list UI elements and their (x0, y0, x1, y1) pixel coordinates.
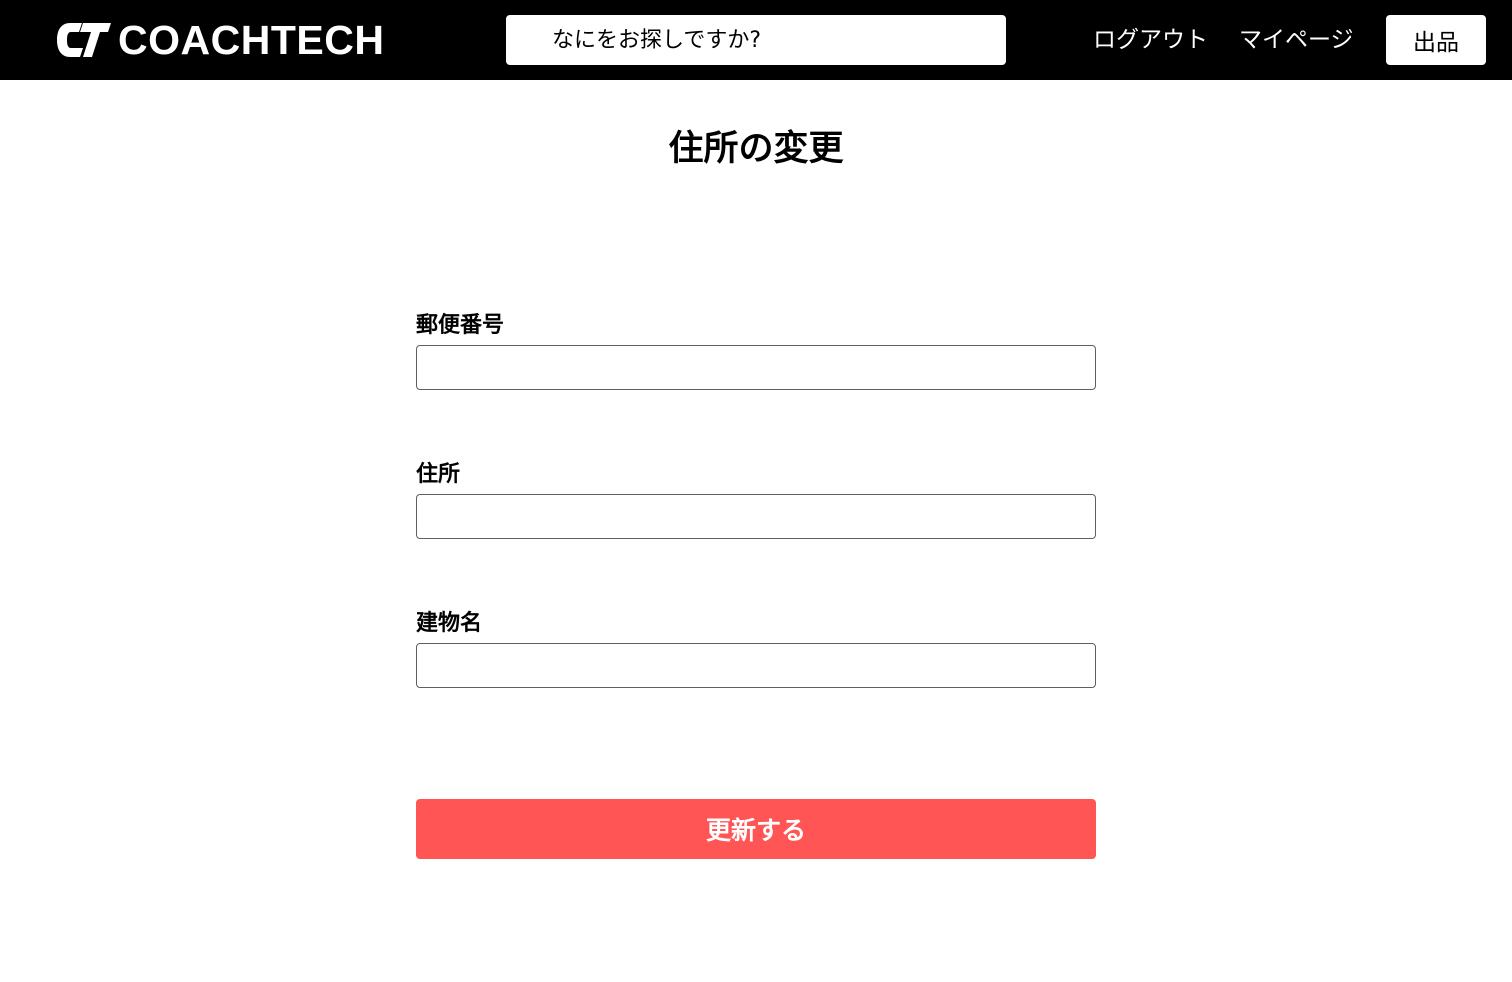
address-label: 住所 (416, 462, 461, 487)
page-title: 住所の変更 (668, 129, 844, 169)
postal-code-input[interactable] (416, 345, 1096, 390)
update-button[interactable]: 更新する (416, 799, 1096, 859)
building-name-label: 建物名 (416, 611, 483, 636)
logo-wordmark: COACHTECH (118, 17, 385, 63)
postal-code-label: 郵便番号 (416, 313, 505, 338)
address-input[interactable] (416, 494, 1096, 539)
search-input[interactable] (506, 15, 1006, 65)
site-header: COACHTECH ログアウト マイページ 出品 (0, 0, 1512, 80)
coachtech-ct-logo-icon (57, 23, 111, 57)
logout-link[interactable]: ログアウト (1093, 22, 1208, 58)
coachtech-logo[interactable]: COACHTECH (56, 17, 385, 63)
sell-button[interactable]: 出品 (1386, 15, 1486, 65)
building-name-input[interactable] (416, 643, 1096, 688)
mypage-link[interactable]: マイページ (1239, 22, 1354, 58)
